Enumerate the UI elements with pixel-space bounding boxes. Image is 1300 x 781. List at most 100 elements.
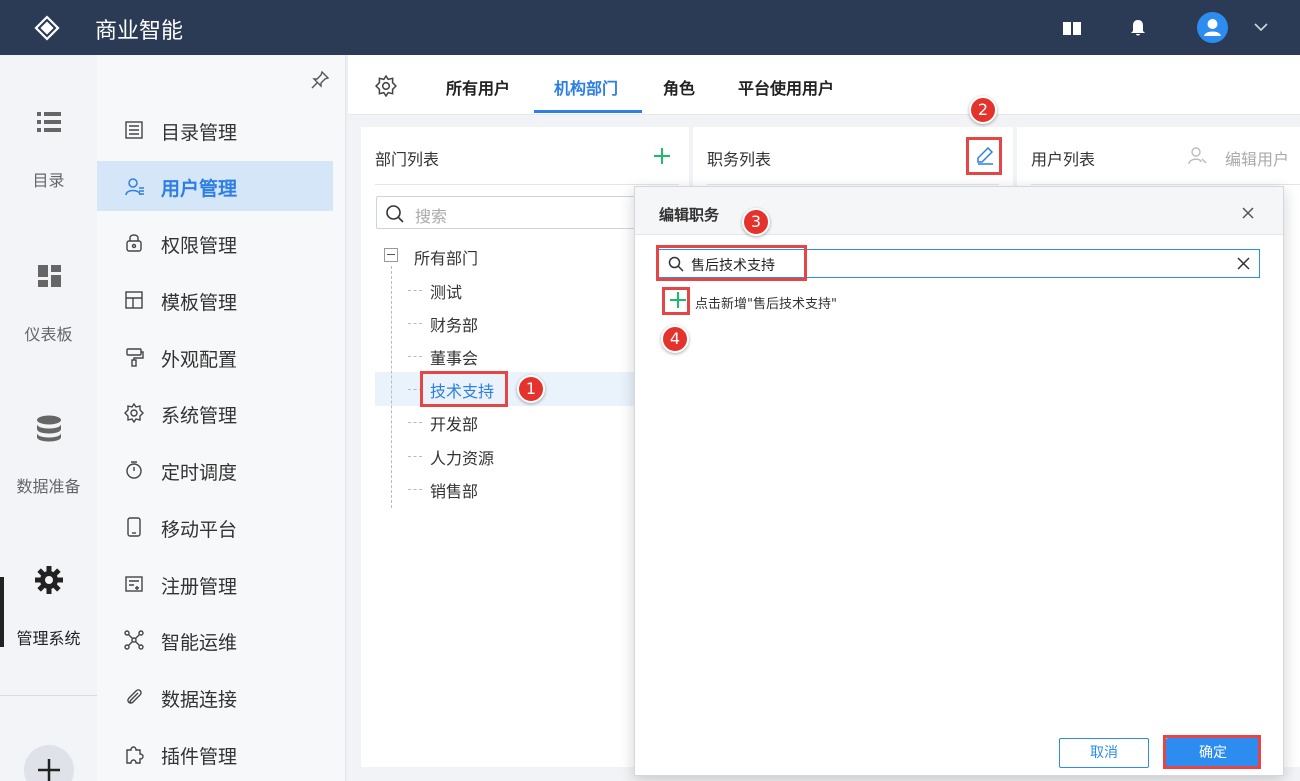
department-search-input[interactable]: 搜索 [376,196,646,229]
menu-item-system[interactable]: 系统管理 [97,388,333,438]
pin-icon[interactable] [310,70,330,90]
edit-user-link[interactable]: 编辑用户 [1225,146,1289,170]
lock-icon [126,234,142,252]
user-avatar-icon [1204,19,1221,36]
tree-connector [408,489,422,490]
tab-active-indicator [534,110,642,113]
divider [375,184,679,185]
tab-bar: 所有用户 机构部门 角色 平台使用用户 [348,55,1300,115]
rail-active-indicator [0,577,4,647]
menu-item-registration[interactable]: 注册管理 [97,559,333,609]
add-button[interactable] [24,745,74,781]
menu-item-label: 权限管理 [161,235,238,257]
tree-connector [408,456,422,457]
tree-connector [408,356,422,357]
settings-gear-icon[interactable] [375,75,397,97]
left-rail: 目录 仪表板 数据准备 管理系统 [0,55,97,781]
menu-item-scheduling[interactable]: 定时调度 [97,445,333,495]
avatar[interactable] [1197,12,1228,43]
close-icon[interactable] [1241,206,1255,220]
clear-icon[interactable] [1237,257,1250,270]
menu-item-plugins[interactable]: 插件管理 [97,729,333,779]
app-title: 商业智能 [95,19,184,44]
rail-item-admin[interactable]: 管理系统 [0,565,97,685]
dialog-header: 编辑职务 [635,187,1283,235]
add-department-icon[interactable] [653,147,671,165]
menu-item-appearance[interactable]: 外观配置 [97,332,333,382]
tree-connector [408,422,422,423]
highlight-box [966,137,1002,175]
logo-icon[interactable] [33,14,61,42]
list-icon [37,112,61,132]
dashboard-icon [38,265,61,287]
menu-item-user-management[interactable]: 用户管理 [97,161,333,211]
highlight-box [1163,735,1261,769]
tree-node[interactable]: 销售部 [430,478,478,502]
tab-roles[interactable]: 角色 [663,75,695,99]
divider [1031,184,1300,185]
menu-item-label: 注册管理 [161,576,238,598]
edit-user-icon[interactable] [1187,145,1209,167]
paint-icon [126,348,144,367]
gear-icon [35,566,63,594]
bell-icon[interactable] [1127,17,1149,39]
add-position-text[interactable]: 点击新增"售后技术支持" [695,293,837,312]
database-icon [37,415,61,442]
side-menu: 目录管理 用户管理 权限管理 模板管理 外观配置 系统管理 定时调度 移动平台 … [97,55,346,781]
book-icon[interactable] [1061,17,1083,39]
plus-icon [38,759,60,781]
menu-item-ops[interactable]: 智能运维 [97,615,333,665]
menu-item-label: 插件管理 [161,746,238,768]
menu-item-label: 移动平台 [161,519,238,541]
step-badge: 2 [969,96,997,124]
step-badge: 4 [661,325,689,353]
timer-icon [126,461,142,479]
menu-item-permissions[interactable]: 权限管理 [97,218,333,268]
menu-item-templates[interactable]: 模板管理 [97,275,333,325]
step-badge: 1 [517,375,545,403]
menu-item-mobile[interactable]: 移动平台 [97,502,333,552]
tree-node[interactable]: 董事会 [430,345,478,369]
search-icon [386,205,404,223]
ops-icon [124,630,144,650]
user-panel-title: 用户列表 [1031,150,1096,169]
tree-node[interactable]: 开发部 [430,411,478,435]
rail-label: 仪表板 [24,325,73,344]
tree-root[interactable]: 所有部门 [414,245,478,269]
tree-node[interactable]: 测试 [430,279,462,303]
position-panel-title: 职务列表 [707,150,772,169]
department-panel-title: 部门列表 [375,150,440,169]
tab-all-users[interactable]: 所有用户 [446,75,510,99]
user-panel-header: 用户列表 编辑用户 [1017,127,1300,185]
rail-label: 目录 [32,171,65,190]
rail-item-catalog[interactable]: 目录 [0,107,97,227]
rail-item-data-prep[interactable]: 数据准备 [0,413,97,533]
gear-icon [124,403,144,423]
tab-departments[interactable]: 机构部门 [554,75,618,99]
paperclip-icon [127,689,142,704]
menu-item-label: 用户管理 [161,178,238,200]
highlight-box [662,287,690,315]
step-badge: 3 [742,208,770,236]
menu-item-catalog[interactable]: 目录管理 [97,105,333,155]
tree-node[interactable]: 人力资源 [430,445,494,469]
chevron-down-icon[interactable] [1252,18,1270,36]
tree-connector [408,323,422,324]
top-bar: 商业智能 [0,0,1300,55]
collapse-toggle-icon[interactable] [384,248,398,262]
tab-platform-users[interactable]: 平台使用用户 [738,75,834,99]
menu-item-label: 模板管理 [161,292,238,314]
tree-connector [408,290,422,291]
divider [707,184,999,185]
menu-item-label: 外观配置 [161,349,238,371]
catalog-icon [125,121,143,139]
menu-item-data-connection[interactable]: 数据连接 [97,672,333,722]
department-panel-header: 部门列表 [361,127,689,185]
tree-node[interactable]: 财务部 [430,312,478,336]
highlight-box [420,371,508,407]
highlight-box [656,245,807,281]
cancel-button[interactable]: 取消 [1059,738,1149,768]
menu-item-label: 数据连接 [161,689,238,711]
rail-item-dashboard[interactable]: 仪表板 [0,261,97,381]
template-icon [125,291,143,309]
